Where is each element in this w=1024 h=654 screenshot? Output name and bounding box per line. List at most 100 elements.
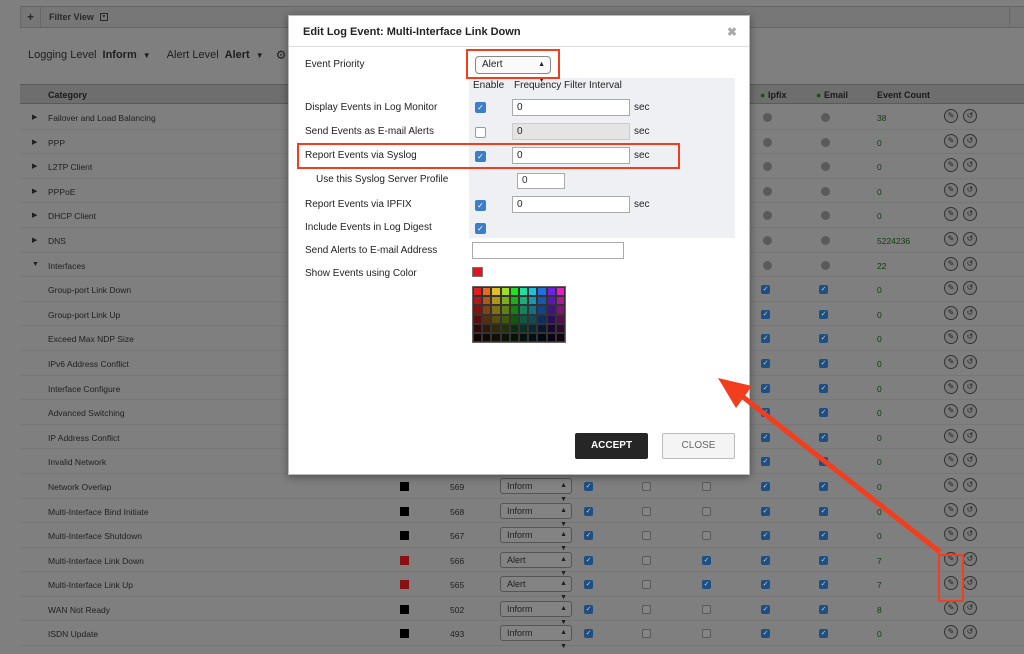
palette-color-cell[interactable] [491,332,501,342]
chevron-right-icon[interactable]: ▶ [32,138,37,146]
palette-color-cell[interactable] [518,287,529,297]
palette-color-cell[interactable] [518,305,529,315]
edit-icon[interactable]: ✎ [944,256,958,271]
email-checkbox[interactable] [642,555,651,565]
palette-color-cell[interactable] [500,287,510,297]
edit-icon[interactable]: ✎ [944,281,958,296]
reset-icon[interactable]: ↺ [963,502,977,517]
log-monitor-checkbox[interactable]: ✓ [584,481,593,491]
reset-icon[interactable]: ↺ [963,404,977,419]
reset-icon[interactable]: ↺ [963,453,977,468]
close-icon[interactable]: ✖ [727,25,737,39]
palette-color-cell[interactable] [528,287,538,297]
palette-color-cell[interactable] [546,296,556,306]
email-alert-checkbox[interactable]: ✓ [819,334,828,344]
accept-button[interactable]: ACCEPT [575,433,648,459]
email-alert-checkbox[interactable]: ✓ [819,580,828,590]
display-interval-input[interactable]: 0 [512,99,630,116]
reset-icon[interactable]: ↺ [963,158,977,173]
ipfix-checkbox[interactable]: ✓ [761,555,770,565]
palette-color-cell[interactable] [509,305,519,315]
alerts-email-input[interactable] [472,242,624,259]
ipfix-checkbox[interactable]: ✓ [761,408,770,418]
edit-icon[interactable]: ✎ [944,527,958,542]
palette-color-cell[interactable] [509,296,519,306]
palette-color-cell[interactable] [491,296,501,306]
palette-color-cell[interactable] [500,305,510,315]
ipfix-checkbox[interactable]: ✓ [761,506,770,516]
email-alert-checkbox[interactable]: ✓ [819,555,828,565]
edit-icon[interactable]: ✎ [944,379,958,394]
priority-select[interactable]: Alert ▲ ▼ [500,576,572,601]
priority-select[interactable]: Inform ▲ ▼ [500,625,572,650]
palette-color-cell[interactable] [482,323,492,333]
email-checkbox[interactable] [642,481,651,491]
syslog-checkbox[interactable]: ✓ [702,555,711,565]
email-alert-checkbox[interactable]: ✓ [819,408,828,418]
priority-select[interactable]: Alert ▲ ▼ [500,551,572,577]
chevron-right-icon[interactable]: ▶ [32,187,37,195]
edit-icon[interactable]: ✎ [944,625,958,640]
ipfix-checkbox[interactable]: ✓ [761,629,770,639]
palette-color-cell[interactable] [473,305,483,315]
reset-icon[interactable]: ↺ [963,109,977,123]
edit-icon[interactable]: ✎ [944,158,958,173]
table-row[interactable]: WAN Not Ready 502 Inform ▲ ▼ ✓ ✓ ✓ 8 ✎ ↺ [20,597,1024,626]
palette-color-cell[interactable] [546,314,556,324]
edit-icon[interactable]: ✎ [944,477,958,492]
ipfix-checkbox[interactable]: ✓ [761,358,770,368]
palette-color-cell[interactable] [500,332,510,342]
table-row[interactable]: Network Overlap 569 Inform ▲ ▼ ✓ ✓ ✓ 0 ✎ ↺ [20,474,1024,503]
email-checkbox[interactable] [642,580,651,590]
palette-color-cell[interactable] [473,323,483,333]
edit-icon[interactable]: ✎ [944,207,958,222]
syslog-profile-input[interactable]: 0 [517,173,565,189]
palette-color-cell[interactable] [500,296,510,306]
palette-color-cell[interactable] [518,323,529,333]
ipfix-checkbox[interactable]: ✓ [761,432,770,442]
reset-icon[interactable]: ↺ [963,477,977,492]
chevron-right-icon[interactable]: ▶ [32,113,37,121]
palette-color-cell[interactable] [500,314,510,324]
palette-color-cell[interactable] [537,305,547,315]
palette-color-cell[interactable] [518,314,529,324]
palette-color-cell[interactable] [537,332,547,342]
syslog-checkbox[interactable] [702,481,711,491]
reset-icon[interactable]: ↺ [963,133,977,148]
palette-color-cell[interactable] [509,314,519,324]
edit-icon[interactable]: ✎ [944,354,958,369]
palette-color-cell[interactable] [555,314,565,324]
palette-color-cell[interactable] [518,332,529,342]
edit-icon[interactable]: ✎ [944,109,958,123]
edit-icon[interactable]: ✎ [944,330,958,345]
ipfix-checkbox[interactable]: ✓ [761,309,770,319]
email-alert-checkbox[interactable]: ✓ [819,629,828,639]
filter-view-menu-icon[interactable]: ▾ [99,13,108,21]
ipfix-checkbox[interactable]: ✓ [761,334,770,344]
ipfix-checkbox[interactable]: ✓ [475,200,486,211]
ipfix-checkbox[interactable]: ✓ [761,457,770,467]
palette-color-cell[interactable] [491,287,501,297]
email-alert-checkbox[interactable]: ✓ [819,604,828,614]
palette-color-cell[interactable] [546,287,556,297]
priority-select[interactable]: Inform ▲ ▼ [500,477,572,503]
edit-icon[interactable]: ✎ [944,305,958,320]
palette-color-cell[interactable] [528,332,538,342]
log-monitor-checkbox[interactable]: ✓ [584,604,593,614]
table-row[interactable]: Multi-Interface Link Down 566 Alert ▲ ▼ ✓ ✓ ✓ ✓ 7… [20,548,1024,577]
log-monitor-checkbox[interactable]: ✓ [584,580,593,590]
palette-color-cell[interactable] [546,323,556,333]
syslog-checkbox[interactable] [702,506,711,516]
reset-icon[interactable]: ↺ [963,527,977,542]
alert-level-dropdown[interactable]: Alert [225,49,250,61]
palette-color-cell[interactable] [482,296,492,306]
email-alert-checkbox[interactable]: ✓ [819,285,828,295]
palette-color-cell[interactable] [528,296,538,306]
table-row[interactable]: Multi-Interface Shutdown 567 Inform ▲ ▼ ✓ ✓ ✓ 0 ✎… [20,523,1024,552]
syslog-checkbox[interactable] [702,531,711,541]
chevron-right-icon[interactable]: ▶ [32,211,37,219]
ipfix-checkbox[interactable]: ✓ [761,285,770,295]
palette-color-cell[interactable] [491,305,501,315]
filter-view-label[interactable]: Filter View [49,12,94,22]
email-checkbox[interactable] [642,531,651,541]
